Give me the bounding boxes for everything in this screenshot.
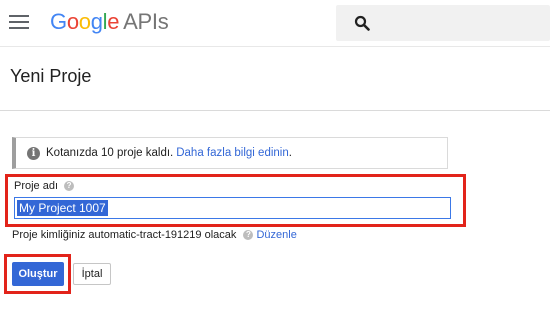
project-id-text: Proje kimliğiniz automatic-tract-191219 … [12,229,237,241]
edit-project-id-link[interactable]: Düzenle [256,229,296,241]
page-title: Yeni Proje [10,66,92,86]
search-icon[interactable] [354,15,370,31]
hamburger-menu-icon[interactable] [9,14,29,30]
project-id-line: Proje kimliğiniz automatic-tract-191219 … [12,229,297,241]
learn-more-link[interactable]: Daha fazla bilgi edinin [176,147,289,159]
quota-message: Kotanızda 10 proje kaldı. [46,147,174,159]
help-icon[interactable]: ? [64,181,75,191]
create-button[interactable]: Oluştur [12,262,64,286]
quota-notice-text: Kotanızda 10 proje kaldı. Daha fazla bilg… [46,147,292,159]
project-name-selection: My Project 1007 [17,200,108,216]
cancel-button[interactable]: İptal [73,263,111,285]
help-icon[interactable]: ? [243,230,254,240]
google-apis-logo[interactable]: Google APIs [50,9,169,35]
project-name-label: Proje adı? [14,180,75,192]
quota-notice: i Kotanızda 10 proje kaldı. Daha fazla bi… [12,137,448,169]
top-app-bar: Google APIs [0,0,550,47]
notice-period: . [288,147,292,159]
header-divider [0,110,550,111]
info-icon: i [27,147,40,160]
